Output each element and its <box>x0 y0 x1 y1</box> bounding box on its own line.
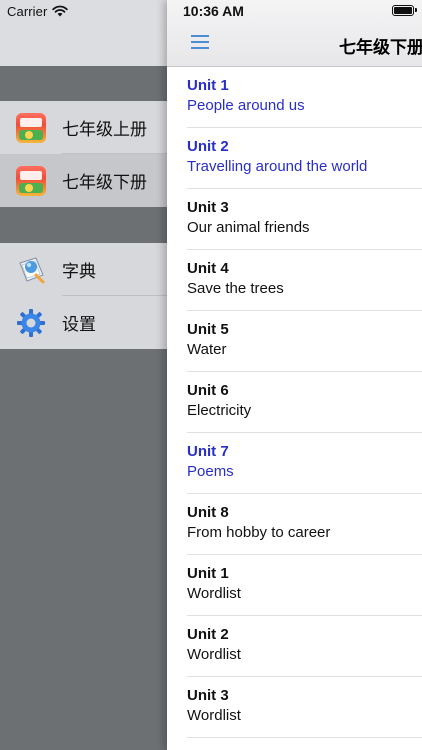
unit-subtitle: Wordlist <box>187 646 241 663</box>
divider <box>187 737 422 738</box>
list-item[interactable]: Unit 3 Our animal friends <box>167 189 422 250</box>
gear-icon <box>17 308 45 337</box>
unit-subtitle: Wordlist <box>187 707 241 724</box>
unit-subtitle: People around us <box>187 97 305 114</box>
battery-icon <box>392 5 417 16</box>
list-item[interactable]: Unit 1 Wordlist <box>167 555 422 616</box>
unit-subtitle: Electricity <box>187 402 252 419</box>
unit-title: Unit 6 <box>187 382 229 399</box>
unit-subtitle: Save the trees <box>187 280 284 297</box>
menu-item-label: 设置 <box>62 315 96 334</box>
list-item[interactable]: Unit 3 Wordlist <box>167 677 422 738</box>
unit-subtitle: Wordlist <box>187 585 241 602</box>
unit-subtitle: Travelling around the world <box>187 158 368 175</box>
menu-item-book-1[interactable]: 七年级上册 <box>0 101 167 154</box>
dictionary-icon <box>19 256 45 283</box>
content-pane: 10:36 AM 七年级下册 Unit 1 People around us Uni… <box>167 0 422 750</box>
status-bar-left: Carrier <box>7 3 69 19</box>
unit-title: Unit 4 <box>187 260 229 277</box>
unit-subtitle: Water <box>187 341 227 358</box>
unit-title: Unit 1 <box>187 77 229 94</box>
menu-item-label: 字典 <box>62 262 96 281</box>
menu-item-dictionary[interactable]: 字典 <box>0 243 167 296</box>
menu-item-book-2[interactable]: 七年级下册 <box>0 154 167 207</box>
book-cover-icon <box>16 165 46 196</box>
list-item[interactable]: Unit 8 From hobby to career <box>167 494 422 555</box>
list-item[interactable]: Unit 2 Wordlist <box>167 616 422 677</box>
unit-title: Unit 3 <box>187 199 229 216</box>
books-menu-group: 七年级上册 七年级下册 <box>0 101 167 207</box>
unit-subtitle: Poems <box>187 463 234 480</box>
page-title: 七年级下册 <box>339 38 422 57</box>
list-item[interactable]: Unit 6 Electricity <box>167 372 422 433</box>
unit-list: Unit 1 People around us Unit 2 Travelling a… <box>167 67 422 738</box>
menu-item-label: 七年级上册 <box>62 120 147 139</box>
list-item[interactable]: Unit 5 Water <box>167 311 422 372</box>
menu-header: Carrier <box>0 0 167 66</box>
navigation-bar: 10:36 AM 七年级下册 <box>167 0 422 67</box>
menu-item-label: 七年级下册 <box>62 173 147 192</box>
tools-menu-group: 字典 设置 <box>0 243 167 349</box>
unit-title: Unit 2 <box>187 626 229 643</box>
carrier-label: Carrier <box>7 3 48 19</box>
unit-title: Unit 1 <box>187 565 229 582</box>
unit-title: Unit 3 <box>187 687 229 704</box>
unit-subtitle: Our animal friends <box>187 219 310 236</box>
hamburger-icon[interactable] <box>191 35 209 49</box>
unit-title: Unit 5 <box>187 321 229 338</box>
menu-item-settings[interactable]: 设置 <box>0 296 167 349</box>
status-time: 10:36 AM <box>183 3 244 19</box>
list-item[interactable]: Unit 7 Poems <box>167 433 422 494</box>
unit-title: Unit 8 <box>187 504 229 521</box>
list-item[interactable]: Unit 1 People around us <box>167 67 422 128</box>
list-item[interactable]: Unit 4 Save the trees <box>167 250 422 311</box>
unit-subtitle: From hobby to career <box>187 524 331 541</box>
unit-title: Unit 7 <box>187 443 229 460</box>
wifi-icon <box>52 5 69 17</box>
unit-title: Unit 2 <box>187 138 229 155</box>
book-cover-icon <box>16 112 46 143</box>
list-item[interactable]: Unit 2 Travelling around the world <box>167 128 422 189</box>
side-menu: Carrier 七年级上册 七年级下册 字典 设置 <box>0 0 167 750</box>
